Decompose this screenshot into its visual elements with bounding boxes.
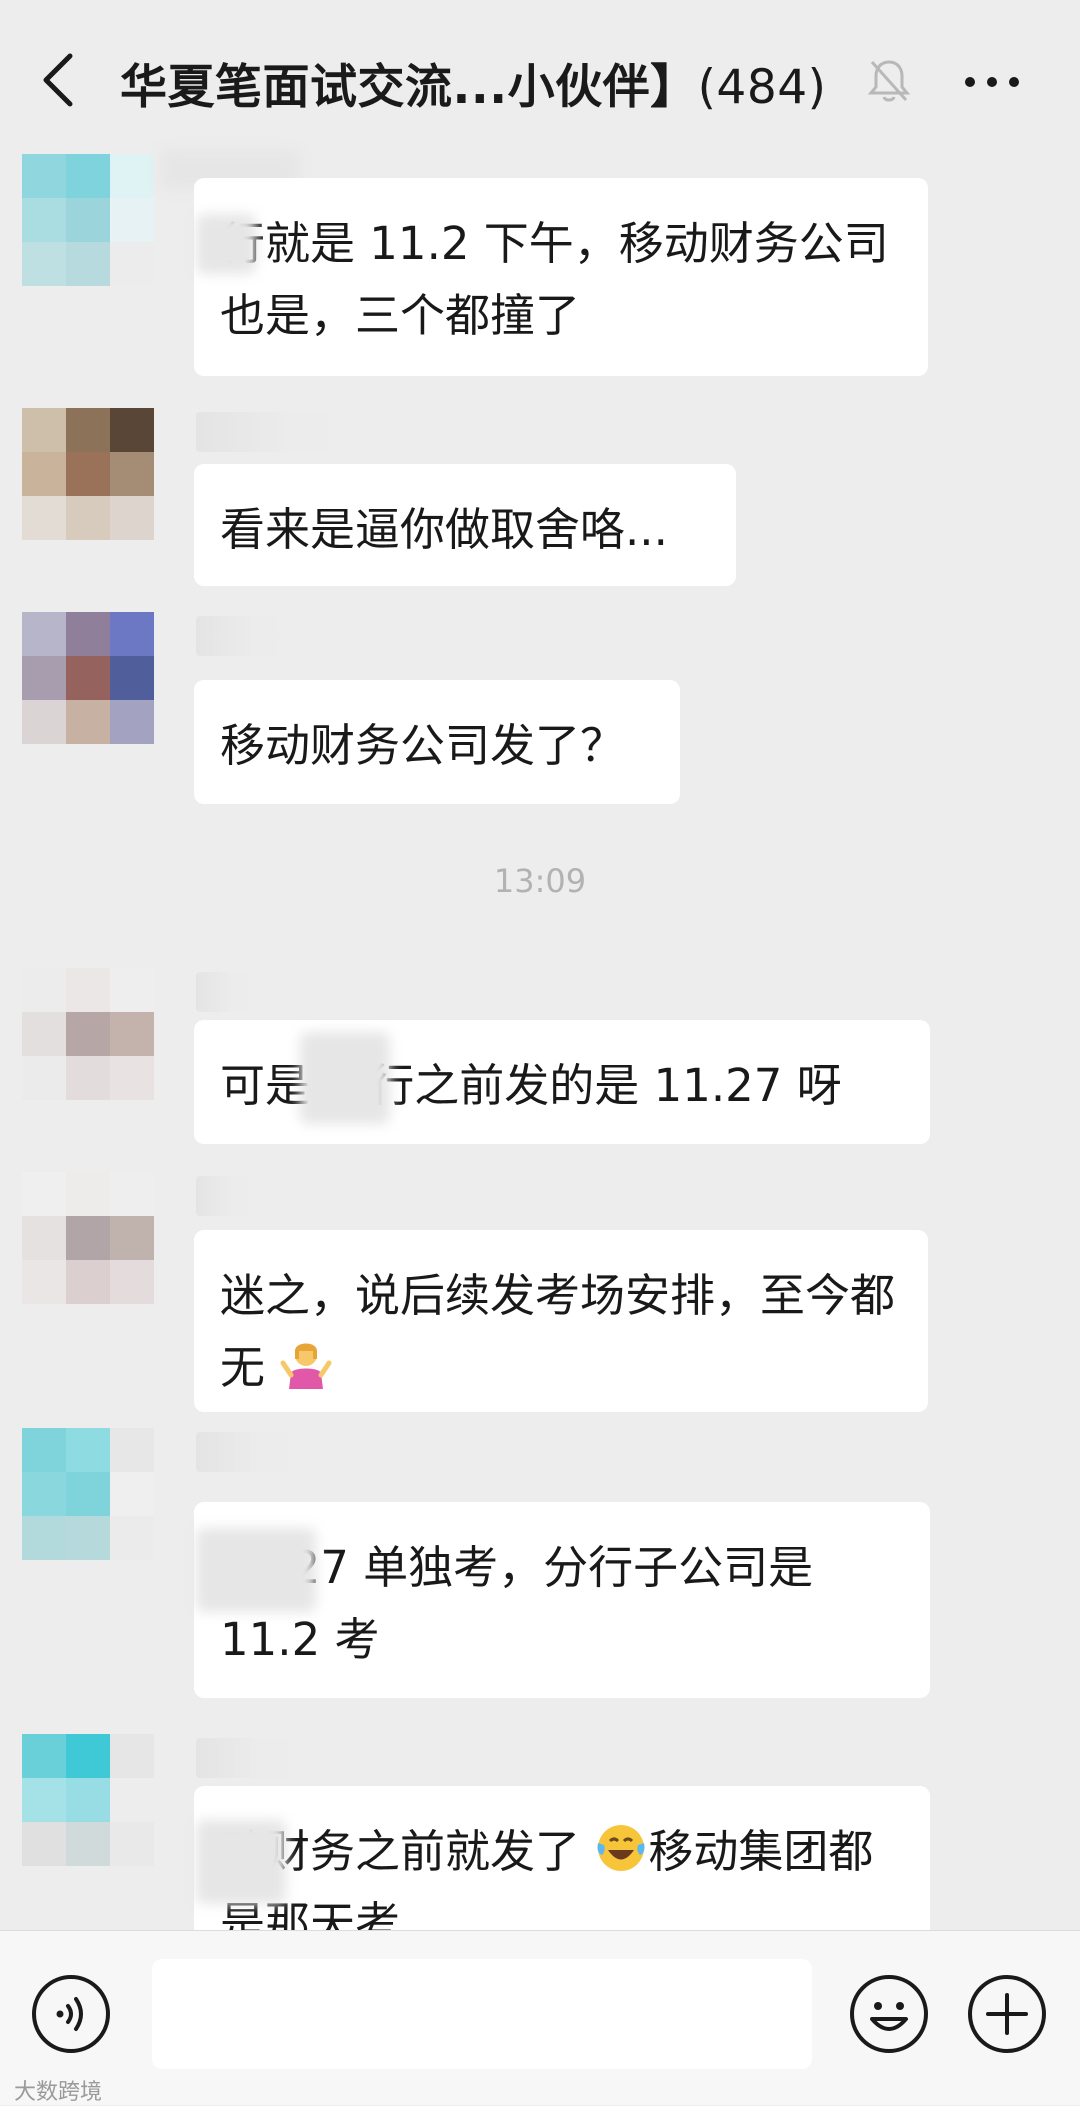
- message-bubble[interactable]: 移动财务公司发了？: [194, 680, 680, 804]
- group-name: 华夏笔面试交流...小伙伴】: [120, 60, 698, 115]
- message-text: 看来是逼你做取舍咯...: [220, 503, 668, 556]
- avatar[interactable]: [22, 612, 154, 744]
- avatar[interactable]: [22, 968, 154, 1100]
- more-dots-icon[interactable]: [960, 62, 1024, 102]
- message-bubble[interactable]: 行就是 11.2 下午，移动财务公司也是，三个都撞了: [194, 178, 928, 376]
- sender-nickname: [196, 972, 256, 1012]
- message-input[interactable]: [152, 1959, 812, 2069]
- avatar[interactable]: [22, 1428, 154, 1560]
- watermark: 大数跨境: [14, 2080, 103, 2105]
- plus-circle-icon[interactable]: [966, 1973, 1048, 2055]
- sender-nickname: [196, 1738, 306, 1778]
- message-bubble[interactable]: 看来是逼你做取舍咯...: [194, 464, 736, 586]
- input-bar: [0, 1930, 1080, 2105]
- voice-icon[interactable]: [30, 1973, 112, 2055]
- sender-nickname: [196, 616, 292, 656]
- avatar[interactable]: [22, 408, 154, 540]
- avatar[interactable]: [22, 1172, 154, 1304]
- message-text: 行就是 11.2 下午，移动财务公司也是，三个都撞了: [220, 217, 889, 342]
- message-text: 移动财务公司发了？: [220, 719, 626, 772]
- sender-nickname: [196, 412, 356, 452]
- sender-nickname: [196, 1176, 256, 1216]
- sender-nickname: [196, 1432, 306, 1472]
- laughing-tears-icon: [597, 1825, 645, 1871]
- chat-title[interactable]: 华夏笔面试交流...小伙伴】(484): [120, 48, 826, 117]
- person-shrugging-icon: [280, 1343, 332, 1389]
- chat-header: 华夏笔面试交流...小伙伴】(484): [0, 0, 1080, 160]
- message-bubble[interactable]: 迷之，说后续发考场安排，至今都无: [194, 1230, 928, 1412]
- avatar[interactable]: [22, 1734, 154, 1866]
- member-count: (484): [697, 60, 827, 115]
- smiley-icon[interactable]: [848, 1973, 930, 2055]
- chevron-left-icon[interactable]: [38, 50, 78, 110]
- avatar[interactable]: [22, 154, 154, 286]
- bell-off-icon: [867, 60, 911, 102]
- timestamp: 13:09: [493, 862, 587, 900]
